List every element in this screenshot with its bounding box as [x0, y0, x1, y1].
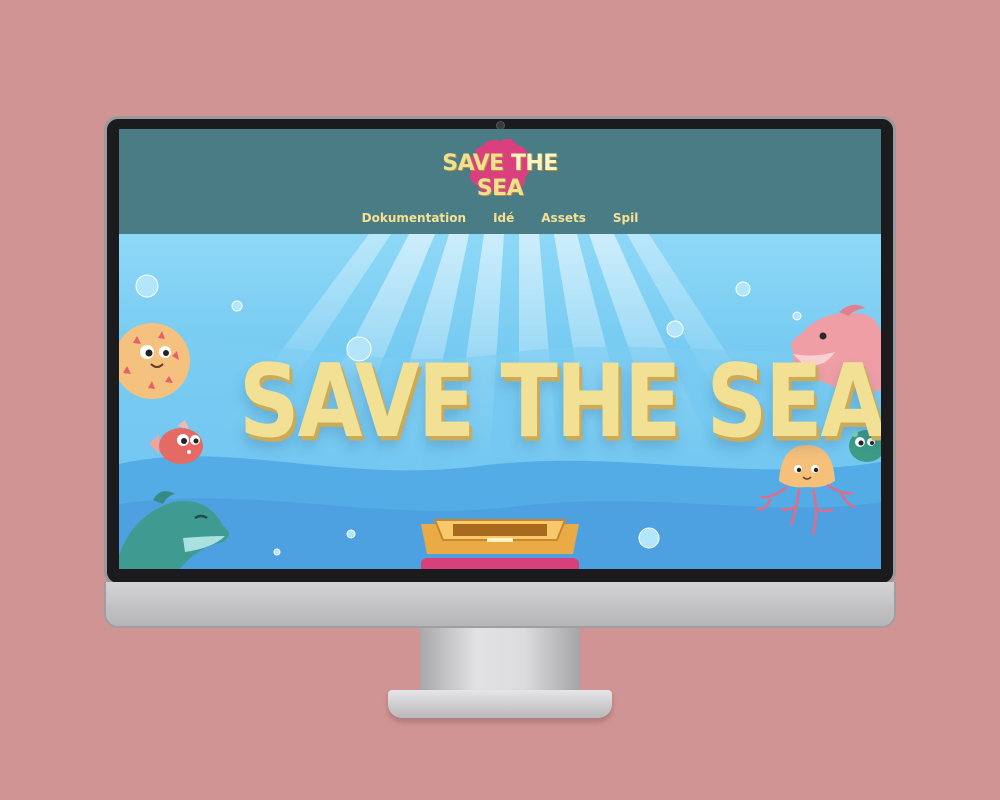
logo-text: SAVE THE SEA: [437, 151, 563, 201]
site-header: SAVE THE SEA Dokumentation Idé Assets Sp…: [119, 129, 881, 234]
red-fish-icon: [149, 420, 203, 464]
site-logo[interactable]: SAVE THE SEA: [437, 137, 563, 201]
nav-link-spil[interactable]: Spil: [613, 211, 638, 225]
imac-monitor: SAVE THE SEA SAVE THE SEA Dokumentation …: [0, 0, 1000, 800]
pufferfish-icon: [119, 323, 190, 399]
monitor-stand-neck: [420, 628, 580, 694]
nav-link-dokumentation[interactable]: Dokumentation: [362, 211, 466, 225]
nav-link-ide[interactable]: Idé: [493, 211, 514, 225]
hero-banner: SAVE THE SEA: [119, 234, 881, 569]
monitor-screen: SAVE THE SEA SAVE THE SEA Dokumentation …: [119, 129, 881, 569]
treasure-chest-icon: [421, 519, 579, 569]
logo-word-sea: SEA: [476, 176, 524, 201]
dolphin-icon: [119, 491, 229, 569]
main-navigation: Dokumentation Idé Assets Spil: [119, 211, 881, 225]
logo-word-save: SAVE: [442, 151, 504, 176]
nav-link-assets[interactable]: Assets: [541, 211, 586, 225]
logo-word-the: THE: [510, 151, 558, 176]
hero-title: SAVE THE SEA: [239, 342, 881, 460]
monitor-stand-base: [388, 690, 612, 718]
monitor-chin: [104, 582, 896, 628]
